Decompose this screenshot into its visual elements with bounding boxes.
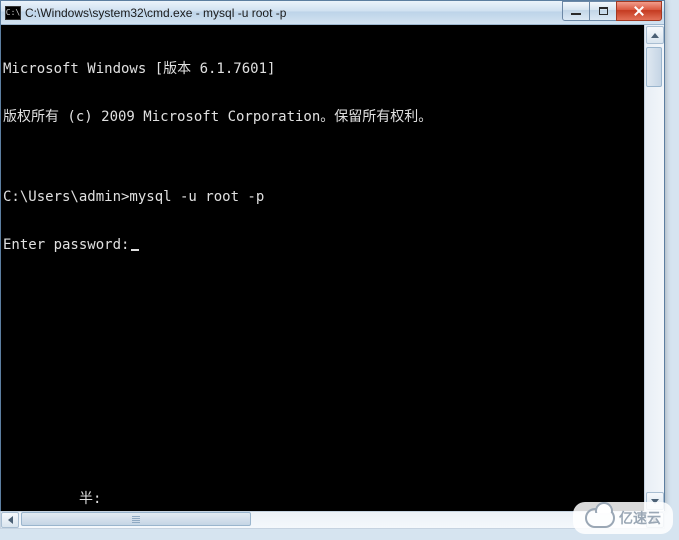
vertical-scrollbar[interactable] (644, 25, 664, 511)
terminal-line: C:\Users\admin>mysql -u root -p (3, 189, 642, 205)
terminal-line: Microsoft Windows [版本 6.1.7601] (3, 61, 642, 77)
scroll-thumb-vertical[interactable] (646, 47, 662, 87)
terminal-line: 版权所有 (c) 2009 Microsoft Corporation。保留所有… (3, 109, 642, 125)
window-controls (563, 1, 662, 21)
minimize-icon (571, 13, 581, 15)
terminal-bottom-fragment: 半: (79, 491, 101, 507)
watermark-text: 亿速云 (619, 508, 661, 528)
scroll-track-horizontal[interactable] (19, 512, 646, 528)
minimize-button[interactable] (562, 1, 590, 21)
close-icon (633, 5, 645, 17)
scroll-left-button[interactable] (1, 512, 19, 528)
window-title: C:\Windows\system32\cmd.exe - mysql -u r… (25, 6, 563, 20)
terminal-line: Enter password: (3, 237, 642, 253)
scroll-thumb-horizontal[interactable] (21, 512, 251, 526)
cursor-icon (131, 249, 139, 251)
cmd-window: C:\ C:\Windows\system32\cmd.exe - mysql … (0, 0, 665, 512)
terminal-output[interactable]: Microsoft Windows [版本 6.1.7601] 版权所有 (c)… (1, 25, 644, 511)
close-button[interactable] (616, 1, 662, 21)
terminal-area: Microsoft Windows [版本 6.1.7601] 版权所有 (c)… (1, 25, 664, 511)
scroll-up-button[interactable] (646, 26, 664, 44)
chevron-left-icon (8, 516, 13, 524)
app-icon-text: C:\ (6, 8, 20, 17)
maximize-icon (599, 7, 608, 15)
cloud-icon (585, 508, 615, 528)
chevron-up-icon (651, 33, 659, 38)
app-icon: C:\ (5, 6, 21, 20)
maximize-button[interactable] (589, 1, 617, 21)
horizontal-scrollbar[interactable] (0, 511, 665, 529)
titlebar[interactable]: C:\ C:\Windows\system32\cmd.exe - mysql … (1, 1, 664, 25)
scroll-track-vertical[interactable] (645, 45, 664, 491)
watermark: 亿速云 (573, 502, 673, 534)
